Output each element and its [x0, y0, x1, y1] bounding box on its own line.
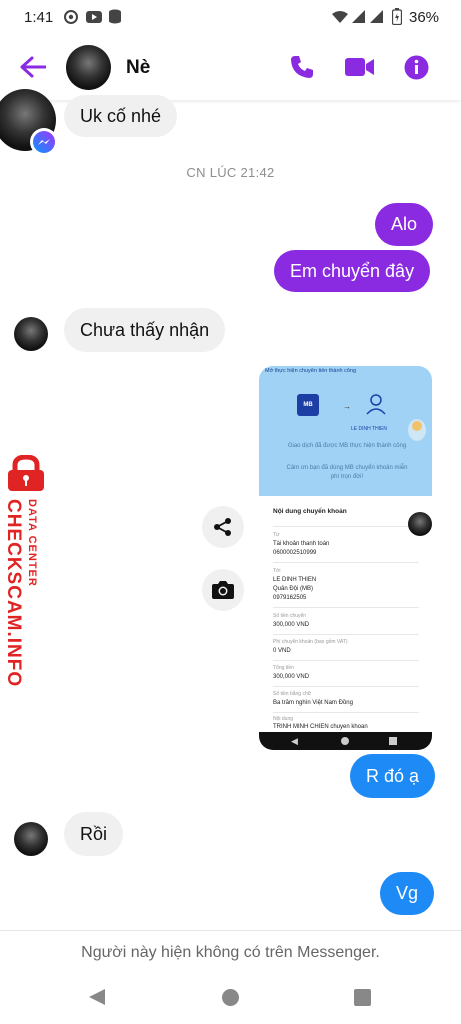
- camera-button[interactable]: [202, 569, 244, 611]
- message-incoming[interactable]: Rồi: [64, 812, 124, 856]
- battery-percent: 36%: [409, 9, 440, 26]
- message-outgoing[interactable]: Vg: [380, 872, 435, 915]
- storage-icon: [109, 9, 121, 24]
- sender-avatar[interactable]: [14, 822, 48, 856]
- lock-icon: [8, 455, 44, 491]
- phone-call-icon[interactable]: [290, 55, 314, 79]
- row-label: Từ: [273, 532, 280, 538]
- youtube-icon: [86, 11, 102, 23]
- message-outgoing[interactable]: Alo: [375, 203, 434, 246]
- section-title: Nội dung chuyển khoản: [273, 508, 347, 515]
- image-nav-bar: ◀: [259, 732, 432, 750]
- seen-avatar: [408, 512, 432, 536]
- thanks-text: Cảm ơn bạn đã dùng MB chuyển khoản miễn …: [286, 465, 408, 480]
- contact-name[interactable]: Nè: [126, 57, 150, 79]
- recipient-icon: [366, 394, 386, 415]
- row-value: 0979162505: [273, 595, 307, 601]
- row-value: 0 VND: [273, 648, 291, 654]
- back-arrow-icon[interactable]: [20, 56, 46, 78]
- signal-icon: [352, 10, 365, 23]
- share-button[interactable]: [202, 506, 244, 548]
- chrome-icon: [64, 10, 78, 24]
- wifi-icon: [332, 11, 348, 23]
- row-label: Phí chuyển khoản (bao gồm VAT): [273, 639, 348, 645]
- transfer-details-card: Nội dung chuyển khoản Từ Tài khoản thanh…: [267, 496, 424, 732]
- message-incoming[interactable]: Uk cố nhé: [64, 95, 178, 137]
- shared-image[interactable]: Mở thực hiện chuyển tiền thành công MB →…: [259, 366, 432, 750]
- timestamp: CN LÚC 21:42: [186, 165, 275, 180]
- nav-home-icon: [341, 737, 349, 745]
- nav-recent-icon: [389, 737, 397, 745]
- back-triangle-icon[interactable]: [88, 988, 106, 1006]
- row-value: Ba trăm nghìn Việt Nam Đồng: [273, 700, 353, 706]
- system-nav-bar: [0, 970, 461, 1024]
- row-value: LE DINH THIEN: [273, 577, 317, 583]
- message-outgoing[interactable]: Em chuyển đây: [274, 250, 431, 292]
- share-icon: [214, 518, 231, 536]
- video-call-icon[interactable]: [345, 57, 375, 77]
- row-label: Số tiền chuyển: [273, 613, 307, 619]
- watermark-title: CHECKSCAM.INFO: [3, 499, 24, 688]
- status-bar: 1:41 36%: [0, 0, 461, 34]
- signal-icon-2: [370, 10, 383, 23]
- messenger-badge: [30, 128, 58, 156]
- home-circle-icon[interactable]: [222, 989, 239, 1006]
- watermark-subtitle: DATA CENTER: [26, 499, 38, 587]
- success-text: Giao dịch đã được MB thực hiện thành côn…: [287, 443, 407, 449]
- row-value: Quân Đội (MB): [273, 586, 314, 592]
- watermark: DATA CENTER CHECKSCAM.INFO: [3, 455, 50, 687]
- contact-avatar[interactable]: [66, 45, 111, 90]
- sender-avatar[interactable]: [14, 317, 48, 351]
- mb-logo: MB: [297, 394, 319, 416]
- unavailable-notice: Người này hiện không có trên Messenger.: [81, 944, 380, 961]
- row-value: Tài khoản thanh toán: [273, 541, 330, 547]
- row-value: TRINH MINH CHIEN chuyen khoan: [273, 724, 368, 730]
- row-label: Số tiền bằng chữ: [273, 691, 312, 697]
- row-label: Tổng tiền: [273, 665, 294, 671]
- row-value: 300,000 VND: [273, 622, 310, 628]
- chat-header: Nè: [0, 34, 461, 100]
- message-incoming[interactable]: Chưa thấy nhận: [64, 308, 226, 352]
- recents-square-icon[interactable]: [354, 989, 371, 1006]
- divider: [0, 930, 461, 931]
- status-time: 1:41: [24, 9, 54, 26]
- arrow-icon: →: [343, 402, 351, 411]
- camera-icon: [212, 581, 234, 599]
- row-label: Nội dung: [273, 716, 294, 722]
- info-icon[interactable]: [404, 55, 429, 80]
- row-value: 0600002510999: [273, 550, 317, 556]
- mascot-icon: [408, 419, 426, 441]
- bank-banner-text: Mở thực hiện chuyển tiền thành công: [265, 368, 357, 374]
- message-outgoing[interactable]: R đó ạ: [350, 754, 436, 798]
- messenger-icon: [33, 131, 55, 153]
- row-value: 300,000 VND: [273, 674, 310, 680]
- recipient-label: LE DINH THIEN: [351, 426, 388, 432]
- nav-back-icon: ◀: [291, 736, 298, 746]
- row-label: Tới: [273, 568, 281, 574]
- battery-icon: [392, 8, 402, 25]
